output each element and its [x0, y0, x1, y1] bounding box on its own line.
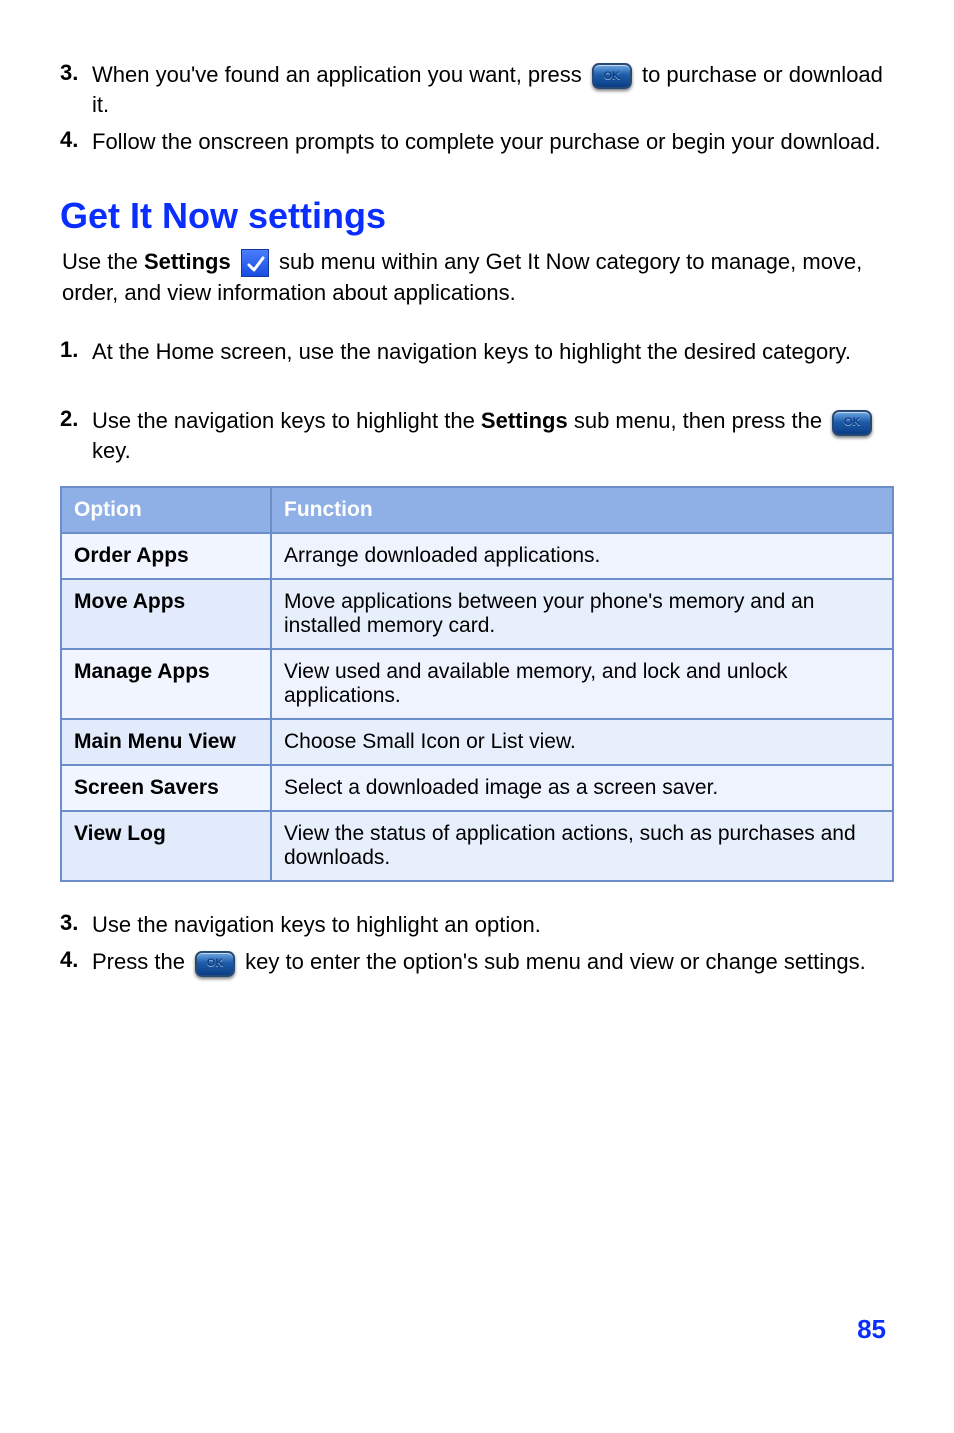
pre-step-4: 4. Follow the onscreen prompts to comple… [60, 127, 894, 157]
cell-function: Arrange downloaded applications. [271, 533, 893, 579]
pre-step-3: 3. When you've found an application you … [60, 60, 894, 119]
header-option: Option [61, 487, 271, 533]
text-before: When you've found an application you wan… [92, 62, 588, 87]
list-number: 3. [60, 60, 92, 86]
step2-before: Use the navigation keys to highlight the [92, 408, 481, 433]
desc-before: Use the [62, 249, 144, 274]
table-row: Manage Apps View used and available memo… [61, 649, 893, 719]
table-row: Screen Savers Select a downloaded image … [61, 765, 893, 811]
cell-function: Move applications between your phone's m… [271, 579, 893, 649]
page-number: 85 [857, 1314, 886, 1345]
ok-key-icon [195, 951, 235, 977]
list-text: Use the navigation keys to highlight the… [92, 406, 894, 465]
list-text: When you've found an application you wan… [92, 60, 894, 119]
cell-option: View Log [61, 811, 271, 881]
list-text: Follow the onscreen prompts to complete … [92, 127, 894, 157]
list-number: 3. [60, 910, 92, 936]
post-step-4: 4. Press the key to enter the option's s… [60, 947, 894, 977]
list-number: 4. [60, 127, 92, 153]
cell-function: Choose Small Icon or List view. [271, 719, 893, 765]
desc-bold: Settings [144, 249, 231, 274]
table-row: Main Menu View Choose Small Icon or List… [61, 719, 893, 765]
ok-key-icon [832, 410, 872, 436]
cell-option: Main Menu View [61, 719, 271, 765]
ok-key-icon [592, 63, 632, 89]
cell-option: Manage Apps [61, 649, 271, 719]
step2-after: sub menu, then press the [574, 408, 828, 433]
page-content: 3. When you've found an application you … [0, 0, 954, 977]
settings-table: Option Function Order Apps Arrange downl… [60, 486, 894, 882]
post4-after: key to enter the option's sub menu and v… [245, 949, 866, 974]
step-1: 1. At the Home screen, use the navigatio… [60, 337, 894, 367]
table-row: Order Apps Arrange downloaded applicatio… [61, 533, 893, 579]
table-row: Move Apps Move applications between your… [61, 579, 893, 649]
section-heading: Get It Now settings [60, 195, 894, 237]
check-key-icon [241, 249, 269, 277]
list-text: Use the navigation keys to highlight an … [92, 910, 894, 940]
table-row: View Log View the status of application … [61, 811, 893, 881]
cell-option: Order Apps [61, 533, 271, 579]
cell-function: View the status of application actions, … [271, 811, 893, 881]
cell-option: Screen Savers [61, 765, 271, 811]
list-text: Press the key to enter the option's sub … [92, 947, 894, 977]
list-text: At the Home screen, use the navigation k… [92, 337, 894, 367]
table-header-row: Option Function [61, 487, 893, 533]
cell-option: Move Apps [61, 579, 271, 649]
step2-tail: key. [92, 438, 131, 463]
list-number: 4. [60, 947, 92, 973]
header-function: Function [271, 487, 893, 533]
step-2: 2. Use the navigation keys to highlight … [60, 406, 894, 465]
post-step-3: 3. Use the navigation keys to highlight … [60, 910, 894, 940]
cell-function: View used and available memory, and lock… [271, 649, 893, 719]
cell-function: Select a downloaded image as a screen sa… [271, 765, 893, 811]
list-number: 2. [60, 406, 92, 432]
step2-bold: Settings [481, 408, 568, 433]
post4-before: Press the [92, 949, 191, 974]
heading-description: Use the Settings sub menu within any Get… [60, 247, 894, 309]
list-number: 1. [60, 337, 92, 363]
